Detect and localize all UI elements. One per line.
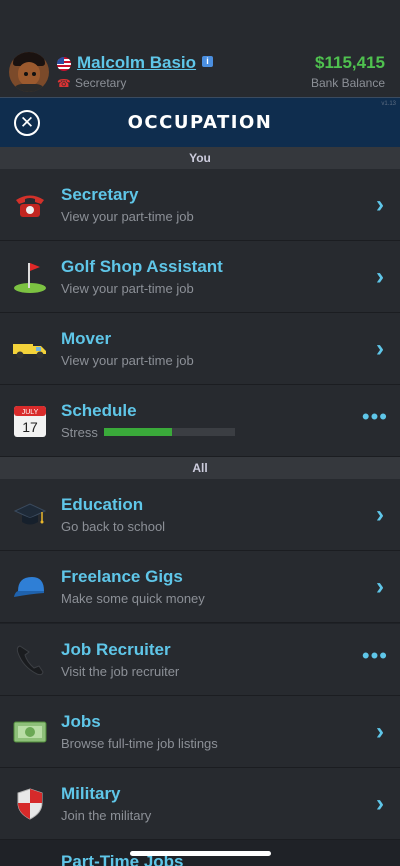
list-item-golf-shop-assistant[interactable]: Golf Shop Assistant View your part-time … <box>0 241 400 313</box>
golf-flag-icon <box>12 259 48 295</box>
list-item-label: Military <box>61 784 121 803</box>
calendar-month: JULY <box>22 409 39 416</box>
list-item-subtitle: Go back to school <box>61 519 166 534</box>
chevron-right-icon: › <box>376 335 384 362</box>
version-label: v1.13 <box>381 101 396 107</box>
money-icon <box>12 714 48 750</box>
list-item-label: Secretary <box>61 185 139 204</box>
truck-icon <box>12 331 48 367</box>
list-item-label: Job Recruiter <box>61 640 171 659</box>
page-title: OCCUPATION <box>127 112 273 133</box>
list-item-subtitle: Make some quick money <box>61 591 205 606</box>
info-icon[interactable]: i <box>202 56 213 67</box>
home-indicator[interactable] <box>130 851 271 856</box>
list-item-subtitle: View your part-time job <box>61 281 194 296</box>
us-flag-icon <box>57 57 71 71</box>
telephone-icon: ☎ <box>57 78 71 90</box>
bank-balance: $115,415 <box>315 53 385 72</box>
list-item-freelance-gigs[interactable]: Freelance Gigs Make some quick money › <box>0 551 400 623</box>
list-item-label: Jobs <box>61 712 101 731</box>
calendar-day: 17 <box>22 419 38 435</box>
chevron-right-icon: › <box>376 501 384 528</box>
section-header-you: You <box>0 147 400 169</box>
section-header-all: All <box>0 457 400 479</box>
current-job: Secretary <box>75 76 127 90</box>
list-item-label: Freelance Gigs <box>61 567 183 586</box>
graduation-cap-icon <box>12 497 48 533</box>
list-item-jobs[interactable]: Jobs Browse full-time job listings › <box>0 696 400 768</box>
list-item-job-recruiter[interactable]: Job Recruiter Visit the job recruiter ••… <box>0 624 400 696</box>
shield-icon <box>12 786 48 822</box>
character-name[interactable]: Malcolm Basio <box>77 53 196 73</box>
stress-label: Stress <box>61 425 98 440</box>
chevron-right-icon: › <box>376 191 384 218</box>
list-item-subtitle: Join the military <box>61 808 152 823</box>
chevron-right-icon: › <box>376 718 384 745</box>
bank-balance-label: Bank Balance <box>310 76 385 90</box>
list-item-subtitle: View your part-time job <box>61 353 194 368</box>
telephone-icon <box>12 187 48 223</box>
more-icon[interactable]: ••• <box>362 404 388 430</box>
chevron-right-icon: › <box>376 790 384 817</box>
title-bar: v1.13 ✕ OCCUPATION <box>0 97 400 147</box>
list-item-subtitle: Browse full-time job listings <box>61 736 218 751</box>
chevron-right-icon: › <box>376 263 384 290</box>
more-icon[interactable]: ••• <box>362 643 388 669</box>
list-item-education[interactable]: Education Go back to school › <box>0 479 400 551</box>
list-item-subtitle: Visit the job recruiter <box>61 664 180 679</box>
list-item-military[interactable]: Military Join the military › <box>0 768 400 840</box>
chevron-right-icon: › <box>376 573 384 600</box>
list-item-schedule[interactable]: JULY 17 Schedule Stress ••• <box>0 385 400 457</box>
list-item-mover[interactable]: Mover View your part-time job › <box>0 313 400 385</box>
list-item-subtitle: View your part-time job <box>61 209 194 224</box>
stress-meter <box>104 428 235 436</box>
list-item-label: Education <box>61 495 144 514</box>
cap-icon <box>12 569 48 605</box>
phone-receiver-icon <box>12 642 48 678</box>
avatar[interactable] <box>9 52 49 92</box>
list-item-label: Golf Shop Assistant <box>61 257 223 276</box>
stress-fill <box>104 428 173 436</box>
header-bar: Malcolm Basio i ☎ Secretary $115,415 Ban… <box>0 0 400 97</box>
list-item-secretary[interactable]: Secretary View your part-time job › <box>0 169 400 241</box>
list-item-label: Mover <box>61 329 112 348</box>
calendar-icon: JULY 17 <box>12 403 48 439</box>
list-item-label: Schedule <box>61 401 137 420</box>
